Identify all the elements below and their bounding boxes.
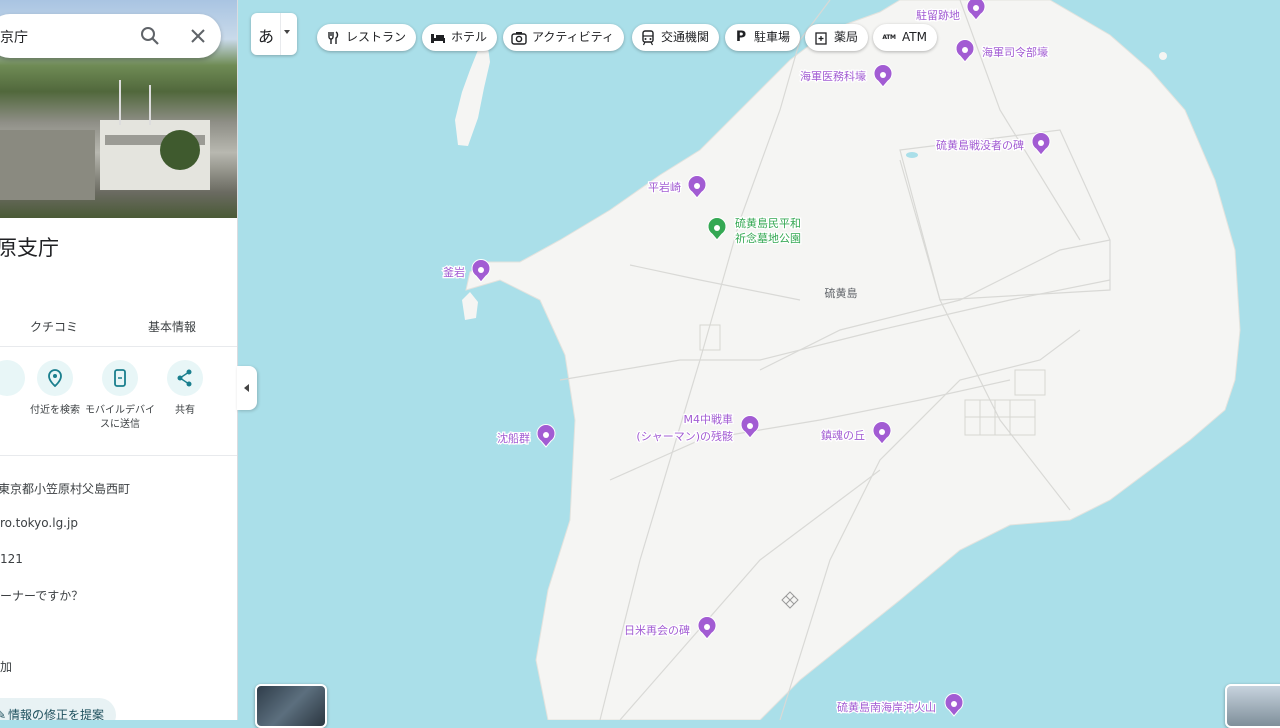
chip-activities[interactable]: アクティビティ — [503, 24, 624, 51]
share-button[interactable]: 共有 — [150, 360, 220, 418]
island-name-label: 硫黄島 — [825, 286, 858, 300]
atm-icon: ATM — [882, 34, 896, 41]
search-input[interactable]: 京庁 — [0, 27, 28, 47]
tab-divider — [0, 346, 237, 347]
poi-label-2[interactable]: 海軍医務科壕 — [799, 68, 868, 85]
poi-marker-0-glyph — [973, 5, 979, 11]
place-panel: 京庁 原支庁 クチコミ 基本情報 付近を検索 モバイルデバイスに送信 共有 東京… — [0, 0, 238, 720]
poi-marker-6-glyph — [747, 423, 753, 429]
poi-label-0[interactable]: 駐留跡地 — [915, 7, 962, 24]
transit-icon — [640, 29, 656, 46]
language-toggle[interactable]: あ — [251, 13, 297, 55]
parking-icon: P — [735, 29, 747, 45]
chip-label: 駐車場 — [754, 30, 791, 44]
address-text: 東京都小笠原村父島西町 — [0, 482, 131, 496]
chip-atm[interactable]: ATM ATM — [873, 24, 937, 51]
poi-marker-11-glyph — [951, 701, 957, 707]
poi-label-11[interactable]: 硫黄島南海岸沖火山 — [836, 699, 938, 716]
address-row[interactable]: 東京都小笠原村父島西町 — [0, 480, 130, 497]
tab-about[interactable]: 基本情報 — [148, 318, 196, 335]
chip-label: 薬局 — [834, 30, 859, 44]
close-icon[interactable] — [188, 26, 208, 46]
poi-label-7[interactable]: (シャーマン)の残骸 — [635, 428, 734, 445]
share-icon — [177, 369, 192, 387]
website-text: ro.tokyo.lg.jp — [0, 516, 78, 530]
owner-claim-text: ーナーですか？ — [0, 589, 84, 603]
add-row[interactable]: 加 — [0, 658, 12, 675]
place-title: 原支庁 — [0, 236, 59, 260]
phone-text: 121 — [0, 552, 23, 566]
street-view-thumbnail[interactable] — [1225, 684, 1280, 728]
send-to-phone-label: モバイルデバイスに送信 — [85, 405, 155, 430]
search-icon[interactable] — [140, 26, 160, 46]
poi-label-8[interactable]: 鎮魂の丘 — [820, 427, 867, 444]
tab-reviews[interactable]: クチコミ — [30, 318, 78, 335]
poi-marker-4-glyph — [694, 183, 700, 189]
layers-thumbnail[interactable] — [255, 684, 327, 728]
park-marker-glyph — [714, 225, 720, 231]
chip-transit[interactable]: 交通機関 — [632, 24, 720, 51]
suggest-edit-button[interactable]: ✎ 情報の修正を提案 — [0, 698, 117, 720]
search-box[interactable]: 京庁 — [0, 14, 221, 58]
poi-marker-3-glyph — [1038, 140, 1044, 146]
collapse-panel-button[interactable] — [237, 366, 257, 410]
poi-label-6[interactable]: M4中戦車 — [682, 411, 734, 428]
chip-label: アクティビティ — [532, 30, 614, 44]
pharmacy-icon — [813, 30, 829, 46]
poi-label-10[interactable]: 日米再会の碑 — [623, 623, 692, 639]
camera-icon — [511, 30, 527, 46]
poi-marker-10-glyph — [704, 624, 710, 630]
send-to-phone-icon — [114, 369, 126, 387]
chip-label: ホテル — [451, 30, 488, 44]
chip-pharmacy[interactable]: 薬局 — [805, 24, 869, 51]
nearby-icon — [48, 369, 62, 388]
chip-restaurants[interactable]: レストラン — [317, 24, 417, 51]
chevron-left-icon — [244, 384, 249, 392]
poi-marker-8-glyph — [879, 429, 885, 435]
restaurant-icon — [325, 30, 341, 46]
poi-marker-9-glyph — [543, 432, 549, 438]
poi-label-4[interactable]: 平岩崎 — [647, 179, 683, 196]
add-text: 加 — [0, 660, 13, 674]
park-label-line2[interactable]: 祈念墓地公園 — [734, 230, 803, 247]
park-label-line1[interactable]: 硫黄島民平和 — [734, 215, 803, 232]
hotel-icon — [430, 30, 446, 46]
chip-parking[interactable]: P 駐車場 — [725, 24, 801, 51]
phone-row[interactable]: 121 — [0, 552, 23, 566]
poi-label-1[interactable]: 海軍司令部壕 — [981, 44, 1050, 61]
poi-marker-2-glyph — [880, 72, 886, 78]
poi-marker-1-glyph — [962, 47, 968, 53]
suggest-edit-label: 情報の修正を提案 — [8, 708, 105, 720]
chip-label: レストラン — [346, 30, 407, 44]
poi-label-3[interactable]: 硫黄島戦没者の碑 — [935, 137, 1026, 154]
poi-label-5[interactable]: 釜岩 — [442, 264, 467, 281]
language-glyph: あ — [258, 27, 275, 46]
share-label: 共有 — [175, 405, 195, 416]
poi-label-9[interactable]: 沈船群 — [496, 430, 532, 447]
nearby-label: 付近を検索 — [30, 405, 80, 416]
pencil-icon: ✎ — [0, 698, 6, 720]
section-divider — [0, 455, 237, 456]
website-row[interactable]: ro.tokyo.lg.jp — [0, 516, 78, 530]
chip-hotels[interactable]: ホテル — [422, 24, 498, 51]
owner-claim-row[interactable]: ーナーですか？ — [0, 587, 83, 604]
chevron-down-icon — [284, 30, 290, 34]
chip-label: ATM — [902, 30, 927, 44]
nearby-button[interactable]: 付近を検索 — [20, 360, 90, 418]
send-to-phone-button[interactable]: モバイルデバイスに送信 — [85, 360, 155, 432]
chip-label: 交通機関 — [661, 30, 710, 44]
poi-marker-5-glyph — [478, 267, 484, 273]
